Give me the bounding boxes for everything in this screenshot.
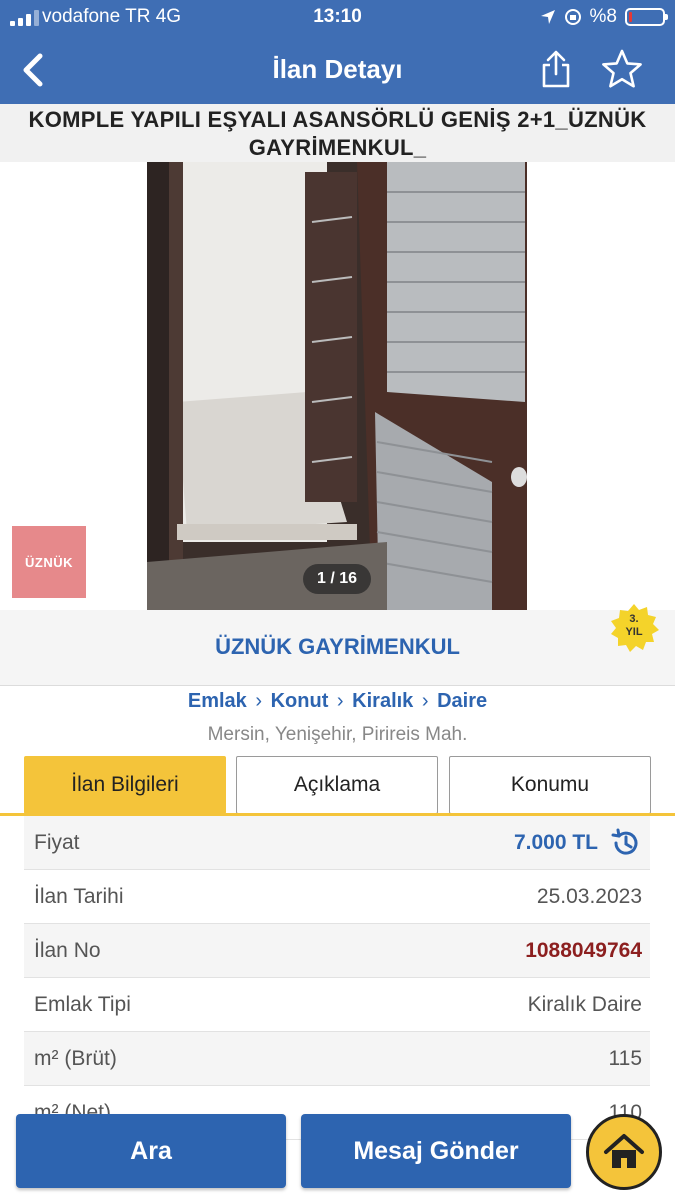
listing-no-label: İlan No: [34, 938, 101, 962]
call-button[interactable]: Ara: [16, 1114, 286, 1188]
property-type-value: Kiralık Daire: [527, 992, 642, 1016]
listing-photo[interactable]: [147, 162, 527, 610]
top-bar: vodafone TR 4G 13:10 %8 İlan Detayı: [0, 0, 675, 104]
listing-info-table: Fiyat 7.000 TL İlan Tarihi 25.03.2023 İl…: [24, 816, 650, 1140]
price-label: Fiyat: [34, 830, 80, 854]
table-row: Fiyat 7.000 TL: [24, 816, 650, 870]
badge-label: YIL: [625, 626, 643, 638]
breadcrumb-item-daire[interactable]: Daire: [437, 690, 487, 712]
photo-counter: 1 / 16: [303, 564, 371, 594]
table-row: m² (Brüt) 115: [24, 1032, 650, 1086]
listing-no-value: 1088049764: [525, 938, 642, 962]
table-row: Emlak Tipi Kiralık Daire: [24, 978, 650, 1032]
breadcrumb: Emlak › Konut › Kiralık › Daire: [0, 690, 675, 713]
breadcrumb-item-emlak[interactable]: Emlak: [188, 690, 247, 712]
listing-location: Mersin, Yenişehir, Pirireis Mah.: [207, 724, 468, 745]
table-row: İlan No 1088049764: [24, 924, 650, 978]
door-photo-illustration: [147, 162, 527, 610]
price-value: 7.000 TL: [513, 830, 598, 854]
store-name-link[interactable]: ÜZNÜK GAYRİMENKUL: [0, 634, 675, 660]
tab-aciklama[interactable]: Açıklama: [236, 756, 438, 814]
gross-area-value: 115: [608, 1046, 642, 1070]
photo-gallery[interactable]: ÜZNÜK 1 / 16: [0, 162, 675, 610]
home-icon: [604, 1134, 644, 1168]
breadcrumb-separator: ›: [336, 690, 344, 712]
location-arrow-icon: [540, 10, 555, 24]
detail-tabs: İlan Bilgileri Açıklama Konumu: [24, 756, 651, 814]
membership-year-badge: 3. YIL: [608, 602, 660, 654]
listing-title: KOMPLE YAPILI EŞYALI ASANSÖRLÜ GENİŞ 2+1…: [0, 104, 675, 162]
store-logo-thumbnail[interactable]: ÜZNÜK: [12, 526, 86, 598]
battery-percent: %8: [589, 6, 617, 27]
store-bar[interactable]: ÜZNÜK GAYRİMENKUL 3. YIL: [0, 604, 675, 686]
tab-konumu[interactable]: Konumu: [449, 756, 651, 814]
home-button[interactable]: [586, 1114, 662, 1190]
breadcrumb-item-kiralik[interactable]: Kiralık: [352, 690, 413, 712]
gross-area-label: m² (Brüt): [34, 1046, 117, 1070]
property-type-label: Emlak Tipi: [34, 992, 131, 1016]
breadcrumb-separator: ›: [421, 690, 429, 712]
orientation-lock-icon: [564, 9, 581, 25]
table-row: İlan Tarihi 25.03.2023: [24, 870, 650, 924]
star-icon[interactable]: [600, 48, 644, 90]
bottom-action-bar: Ara Mesaj Gönder: [0, 1104, 675, 1200]
tab-ilan-bilgileri[interactable]: İlan Bilgileri: [24, 756, 226, 814]
battery-icon: [625, 8, 668, 26]
status-right: %8: [540, 6, 668, 28]
battery-level: [629, 12, 632, 22]
nav-bar: İlan Detayı: [0, 36, 675, 104]
listing-date-label: İlan Tarihi: [34, 884, 124, 908]
send-message-button[interactable]: Mesaj Gönder: [301, 1114, 571, 1188]
listing-date-value: 25.03.2023: [536, 884, 642, 908]
badge-number: 3.: [629, 613, 639, 625]
breadcrumb-separator: ›: [255, 690, 263, 712]
breadcrumb-item-konut[interactable]: Konut: [271, 690, 329, 712]
price-value-group: 7.000 TL: [514, 827, 642, 859]
share-icon[interactable]: [538, 48, 574, 90]
price-history-icon[interactable]: [610, 827, 642, 859]
status-bar: vodafone TR 4G 13:10 %8: [0, 0, 675, 36]
